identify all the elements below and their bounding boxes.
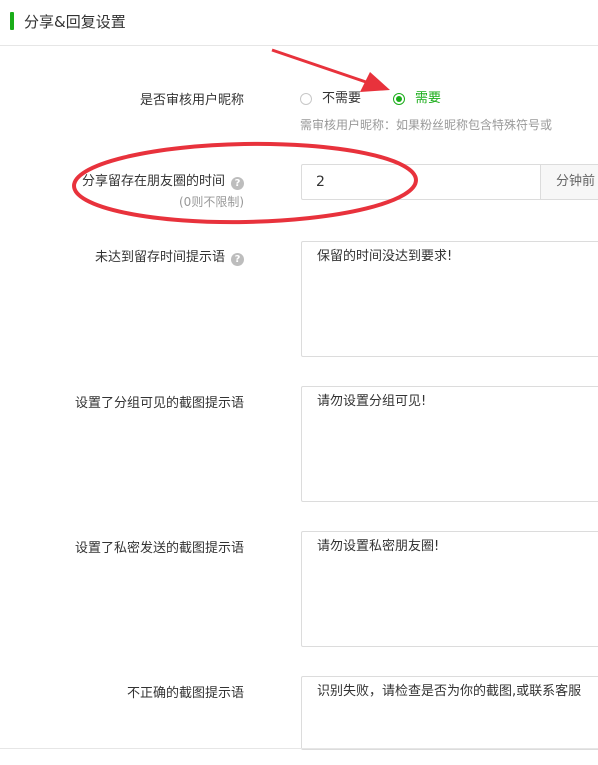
bottom-divider [0, 748, 598, 749]
radio-not-required[interactable]: 不需要 [300, 90, 361, 108]
radio-circle-icon[interactable] [300, 93, 312, 105]
radio-label: 需要 [415, 91, 442, 106]
share-retention-input-group: 2 分钟前 [301, 164, 598, 200]
annotation-arrow-head [360, 72, 390, 92]
help-icon[interactable]: ? [231, 253, 244, 266]
share-retention-label: 分享留存在朋友圈的时间? [82, 173, 244, 191]
private-send-prompt-textarea[interactable]: 请勿设置私密朋友圈! [301, 531, 598, 647]
annotation-arrow-line [271, 48, 367, 84]
group-visible-prompt-label: 设置了分组可见的截图提示语 [74, 396, 244, 411]
private-send-prompt-label: 设置了私密发送的截图提示语 [74, 541, 244, 556]
nickname-review-hint: 需审核用户昵称：如果粉丝昵称包含特殊符号或 [300, 118, 553, 132]
nickname-review-radio-group: 不需要 需要 [300, 90, 473, 108]
section-accent-bar [10, 12, 14, 30]
not-met-prompt-label: 未达到留存时间提示语? [95, 249, 244, 267]
help-icon[interactable]: ? [231, 177, 244, 190]
radio-checked-icon[interactable] [393, 93, 406, 105]
incorrect-screenshot-prompt-label: 不正确的截图提示语 [126, 686, 244, 701]
section-header: 分享&回复设置 [0, 0, 598, 46]
annotation-overlay [72, 48, 418, 225]
radio-label: 不需要 [322, 91, 362, 106]
settings-page: 分享&回复设置 是否审核用户昵称 不需要 需要 需审核用户昵称：如果粉丝昵称包含… [0, 0, 598, 765]
share-retention-label-text: 分享留存在朋友圈的时间 [81, 174, 225, 189]
radio-required[interactable]: 需要 [393, 90, 441, 108]
section-title: 分享&回复设置 [24, 13, 126, 31]
group-visible-prompt-textarea[interactable]: 请勿设置分组可见! [301, 386, 598, 502]
nickname-review-label: 是否审核用户昵称 [139, 93, 244, 108]
not-met-prompt-textarea[interactable]: 保留的时间没达到要求! [301, 241, 598, 357]
share-retention-input[interactable]: 2 [301, 164, 541, 200]
share-retention-unit: 分钟前 [541, 164, 598, 200]
share-retention-sublabel: (0则不限制) [179, 195, 244, 209]
incorrect-screenshot-prompt-textarea[interactable]: 识别失败，请检查是否为你的截图,或联系客服 [301, 676, 598, 750]
not-met-prompt-label-text: 未达到留存时间提示语 [94, 250, 225, 265]
